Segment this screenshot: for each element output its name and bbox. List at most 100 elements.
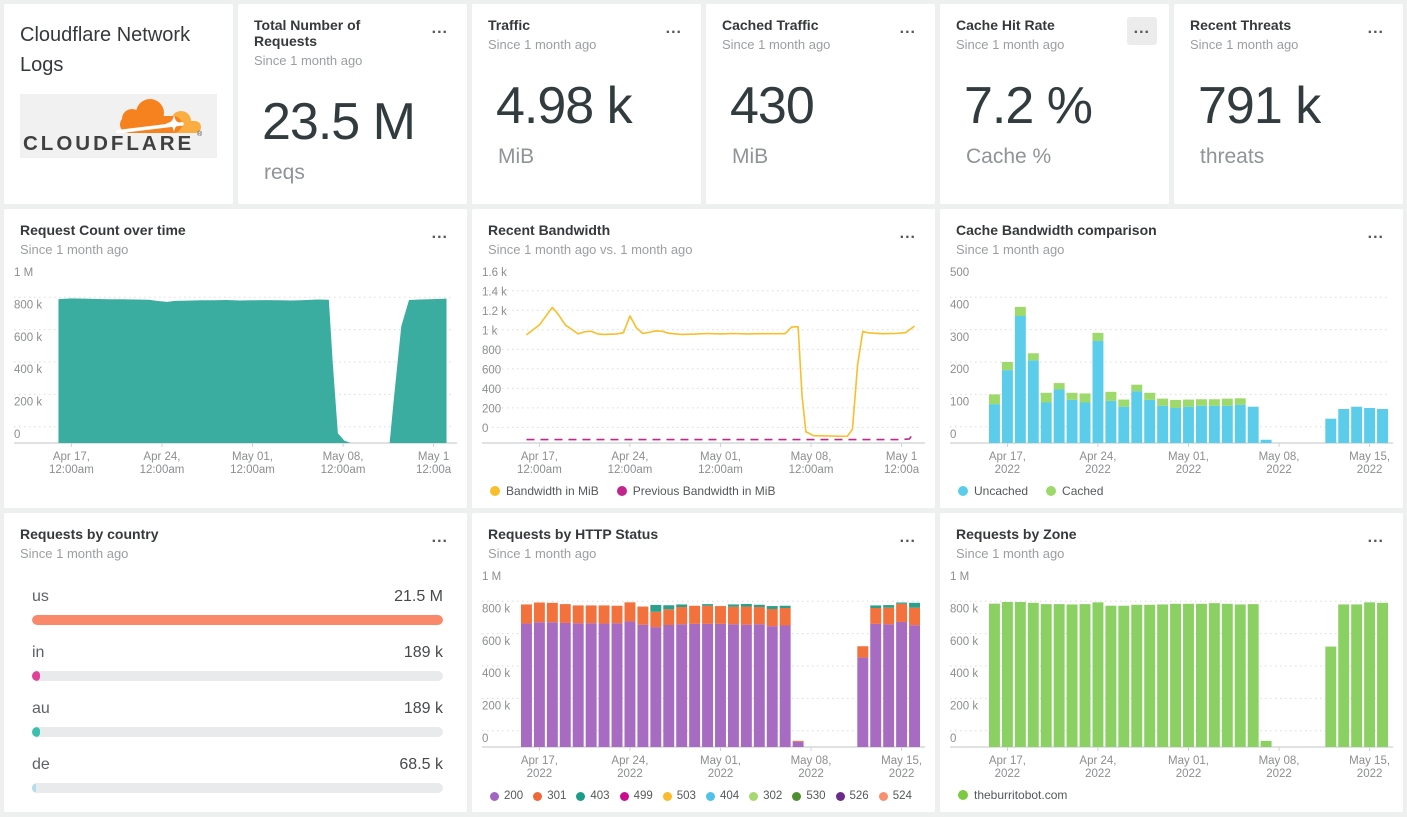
svg-text:12:00am: 12:00am	[608, 464, 653, 476]
panel-menu-icon[interactable]: ...	[659, 17, 689, 45]
svg-text:May 08,: May 08,	[1259, 755, 1300, 767]
svg-text:May 15,: May 15,	[881, 755, 922, 767]
legend-item[interactable]: 200	[490, 790, 523, 802]
svg-text:600 k: 600 k	[482, 636, 510, 648]
legend-item[interactable]: 530	[792, 790, 826, 802]
requests-by-country-chart[interactable]: us 21.5 M in 189 k au 189 k de 68.5 k	[4, 561, 467, 793]
panel-menu-icon[interactable]: ...	[425, 17, 455, 45]
svg-text:12:00am: 12:00am	[789, 464, 834, 476]
svg-text:2022: 2022	[889, 768, 915, 780]
legend-dot-icon	[490, 486, 500, 496]
legend-item[interactable]: 524	[878, 790, 912, 802]
legend-label: 526	[849, 790, 869, 802]
svg-text:800 k: 800 k	[482, 603, 510, 615]
panel-menu-icon[interactable]: ...	[425, 222, 455, 250]
country-bar-fill[interactable]	[32, 727, 40, 737]
svg-text:2022: 2022	[995, 768, 1021, 780]
svg-text:Apr 17,: Apr 17,	[53, 451, 90, 463]
chart-legend: theburritobot.com	[958, 788, 1067, 802]
svg-text:100: 100	[950, 397, 969, 409]
panel-menu-icon[interactable]: ...	[1126, 17, 1157, 45]
cache-bandwidth-chart[interactable]: 500 400 300 200 100 0 Apr 17, 2022 Apr 24, 2022 Ma…	[948, 267, 1403, 484]
legend-label: 403	[590, 790, 610, 802]
legend-dot-icon	[749, 791, 759, 801]
recent-bandwidth-chart[interactable]: 1.6 k 1.4 k 1.2 k1 k 800 600 400 200 0 Apr 17, 12…	[480, 267, 935, 484]
legend-item[interactable]: 302	[749, 790, 782, 802]
brand-wordmark: CLOUDFLARE	[23, 132, 194, 154]
svg-text:May 1: May 1	[886, 451, 917, 463]
legend-item[interactable]: 404	[705, 790, 740, 802]
legend-item[interactable]: Cached	[1046, 484, 1103, 498]
legend-dot-icon	[835, 791, 845, 801]
panel-requests-by-zone: Requests by Zone Since 1 month ago ... 1…	[940, 513, 1403, 812]
svg-text:2022: 2022	[1357, 464, 1383, 476]
legend-item[interactable]: 503	[662, 790, 696, 802]
stat-value: 791 k	[1198, 77, 1321, 135]
panel-menu-icon[interactable]: ...	[893, 17, 923, 45]
requests-by-zone-chart[interactable]: 1 M 800 k 600 k 400 k 200 k 0 Apr 17, 2022 Apr 2…	[948, 571, 1403, 788]
svg-text:2022: 2022	[995, 464, 1021, 476]
svg-text:12:00am: 12:00am	[517, 464, 562, 476]
panel-menu-icon[interactable]: ...	[1361, 17, 1391, 45]
legend-label: 302	[763, 790, 783, 802]
legend-label: 404	[719, 790, 740, 802]
svg-text:1 M: 1 M	[482, 571, 501, 583]
svg-text:200: 200	[950, 364, 969, 376]
svg-text:200 k: 200 k	[950, 701, 978, 713]
panel-menu-icon[interactable]: ...	[893, 526, 923, 554]
country-bar-track	[32, 783, 443, 793]
svg-text:200 k: 200 k	[14, 397, 42, 409]
svg-text:1.2 k: 1.2 k	[482, 306, 507, 318]
svg-text:800 k: 800 k	[14, 299, 42, 311]
svg-text:May 08,: May 08,	[791, 755, 832, 767]
svg-text:Apr 17,: Apr 17,	[521, 451, 558, 463]
country-bar-fill[interactable]	[32, 671, 40, 681]
panel-menu-icon[interactable]: ...	[893, 222, 923, 250]
svg-text:2022: 2022	[1085, 464, 1111, 476]
legend-dot-icon	[662, 791, 672, 801]
country-label: au	[32, 700, 50, 717]
stat-card-total-requests: Total Number of Requests Since 1 month a…	[238, 4, 467, 204]
request-count-chart[interactable]: 1 M 800 k 600 k 400 k 200 k 0 Apr 17, 12:00am Ap…	[12, 267, 467, 484]
card-subtitle: Since 1 month ago	[20, 242, 129, 257]
legend-item[interactable]: 301	[533, 790, 566, 802]
requests-by-http-status-svg: 1 M800 k600 k400 k200 k0Apr 17,2022Apr 2…	[482, 571, 925, 780]
legend-dot-icon	[619, 791, 629, 801]
stat-unit: reqs	[264, 161, 305, 184]
requests-by-http-status-chart[interactable]: 1 M 800 k 600 k 400 k 200 k 0 Apr 17, 2022 Apr 2…	[480, 571, 935, 788]
svg-text:May 08,: May 08,	[323, 451, 364, 463]
stat-unit: MiB	[732, 145, 769, 168]
svg-text:Apr 17,: Apr 17,	[989, 755, 1026, 767]
panel-menu-icon[interactable]: ...	[1361, 526, 1391, 554]
legend-item[interactable]: 499	[619, 790, 653, 802]
card-subtitle: Since 1 month ago	[20, 546, 129, 561]
svg-text:200 k: 200 k	[482, 701, 510, 713]
legend-label: theburritobot.com	[974, 788, 1068, 802]
country-label: in	[32, 644, 45, 661]
legend-item[interactable]: theburritobot.com	[958, 788, 1067, 802]
svg-text:2022: 2022	[1176, 768, 1202, 780]
legend-item[interactable]: Uncached	[958, 484, 1028, 498]
svg-text:Apr 24,: Apr 24,	[1079, 451, 1116, 463]
svg-text:Apr 24,: Apr 24,	[143, 451, 180, 463]
legend-item[interactable]: 526	[835, 790, 869, 802]
svg-text:12:00am: 12:00am	[321, 464, 366, 476]
legend-item[interactable]: Previous Bandwidth in MiB	[616, 484, 775, 498]
panel-menu-icon[interactable]: ...	[1361, 222, 1391, 250]
country-bar-fill[interactable]	[32, 615, 443, 625]
country-row: in 189 k	[32, 644, 443, 681]
svg-text:1 M: 1 M	[14, 267, 33, 279]
panel-menu-icon[interactable]: ...	[425, 526, 455, 554]
panel-request-count: Request Count over time Since 1 month ag…	[4, 209, 467, 508]
card-title: Total Number of Requests	[254, 17, 361, 49]
svg-text:600 k: 600 k	[14, 332, 42, 344]
legend-dot-icon	[958, 486, 968, 496]
legend-item[interactable]: Bandwidth in MiB	[490, 484, 599, 498]
stat-value: 23.5 M	[262, 93, 416, 151]
svg-text:800: 800	[482, 345, 501, 357]
legend-item[interactable]: 403	[576, 790, 610, 802]
card-subtitle: Since 1 month ago	[488, 546, 597, 561]
country-bar-fill[interactable]	[32, 783, 36, 793]
svg-text:12:00a: 12:00a	[884, 464, 920, 476]
legend-dot-icon	[958, 790, 968, 800]
